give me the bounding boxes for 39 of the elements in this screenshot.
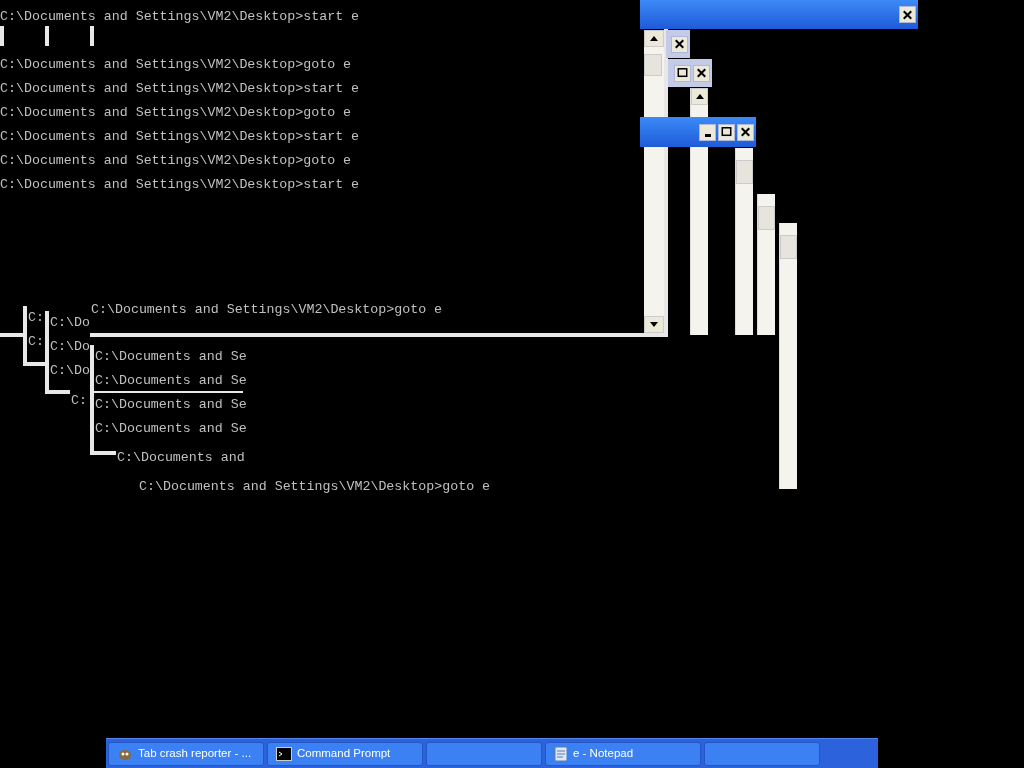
console-line: C:\Documents and xyxy=(116,449,245,467)
window-edge xyxy=(45,26,49,46)
close-button[interactable] xyxy=(671,35,688,53)
close-button[interactable] xyxy=(693,64,710,82)
console-line: C:\Documents and Settings\VM2\Desktop>start e xyxy=(0,8,360,26)
scroll-thumb[interactable] xyxy=(644,54,662,76)
console-line: C: xyxy=(27,309,45,327)
console-line: C:\Documents and Settings\VM2\Desktop>goto e xyxy=(138,478,491,496)
taskbar-button[interactable]: Tab crash reporter - ... xyxy=(108,741,264,766)
close-button[interactable] xyxy=(899,6,916,23)
scrollbar[interactable] xyxy=(735,148,753,335)
console-line: C:\Do xyxy=(49,362,90,380)
console-line: C:\Documents and Settings\VM2\Desktop>start e xyxy=(0,128,360,146)
console-line: C:\Documents and Settings\VM2\Desktop>start e xyxy=(0,176,360,194)
console-line: C:\Documents and Settings\VM2\Desktop>goto e xyxy=(0,152,353,170)
scrollbar[interactable] xyxy=(779,223,797,489)
maximize-button[interactable] xyxy=(718,123,735,141)
scrollbar[interactable] xyxy=(644,30,664,333)
console-line: C:\Documents and Settings\VM2\Desktop>goto e xyxy=(0,104,353,122)
console-icon xyxy=(276,746,292,761)
console-line: C:\Do xyxy=(49,338,90,356)
console-line: C: xyxy=(70,392,88,410)
scrollbar[interactable] xyxy=(757,194,775,335)
console-line: C:\Documents and Settings\VM2\Desktop>start e xyxy=(0,80,360,98)
minimize-button[interactable] xyxy=(699,123,716,141)
console-line: C:\Documents and Settings\VM2\Desktop>goto e xyxy=(0,56,353,74)
scroll-thumb[interactable] xyxy=(736,160,753,184)
notepad-icon xyxy=(554,745,568,762)
console-line: C:\Do xyxy=(49,314,90,332)
taskbar-button[interactable]: Command Prompt xyxy=(267,741,423,766)
console-line: C:\Documents and Settings\VM2\Desktop>goto e xyxy=(90,301,443,319)
scroll-thumb[interactable] xyxy=(758,206,775,230)
maximize-button[interactable] xyxy=(674,64,691,82)
scroll-thumb[interactable] xyxy=(780,235,797,259)
taskbar-button[interactable]: e - Notepad xyxy=(545,741,701,766)
close-button[interactable] xyxy=(737,123,754,141)
console-line: C: xyxy=(27,333,45,351)
window-edge xyxy=(90,26,94,46)
minimize-icon xyxy=(704,133,711,137)
